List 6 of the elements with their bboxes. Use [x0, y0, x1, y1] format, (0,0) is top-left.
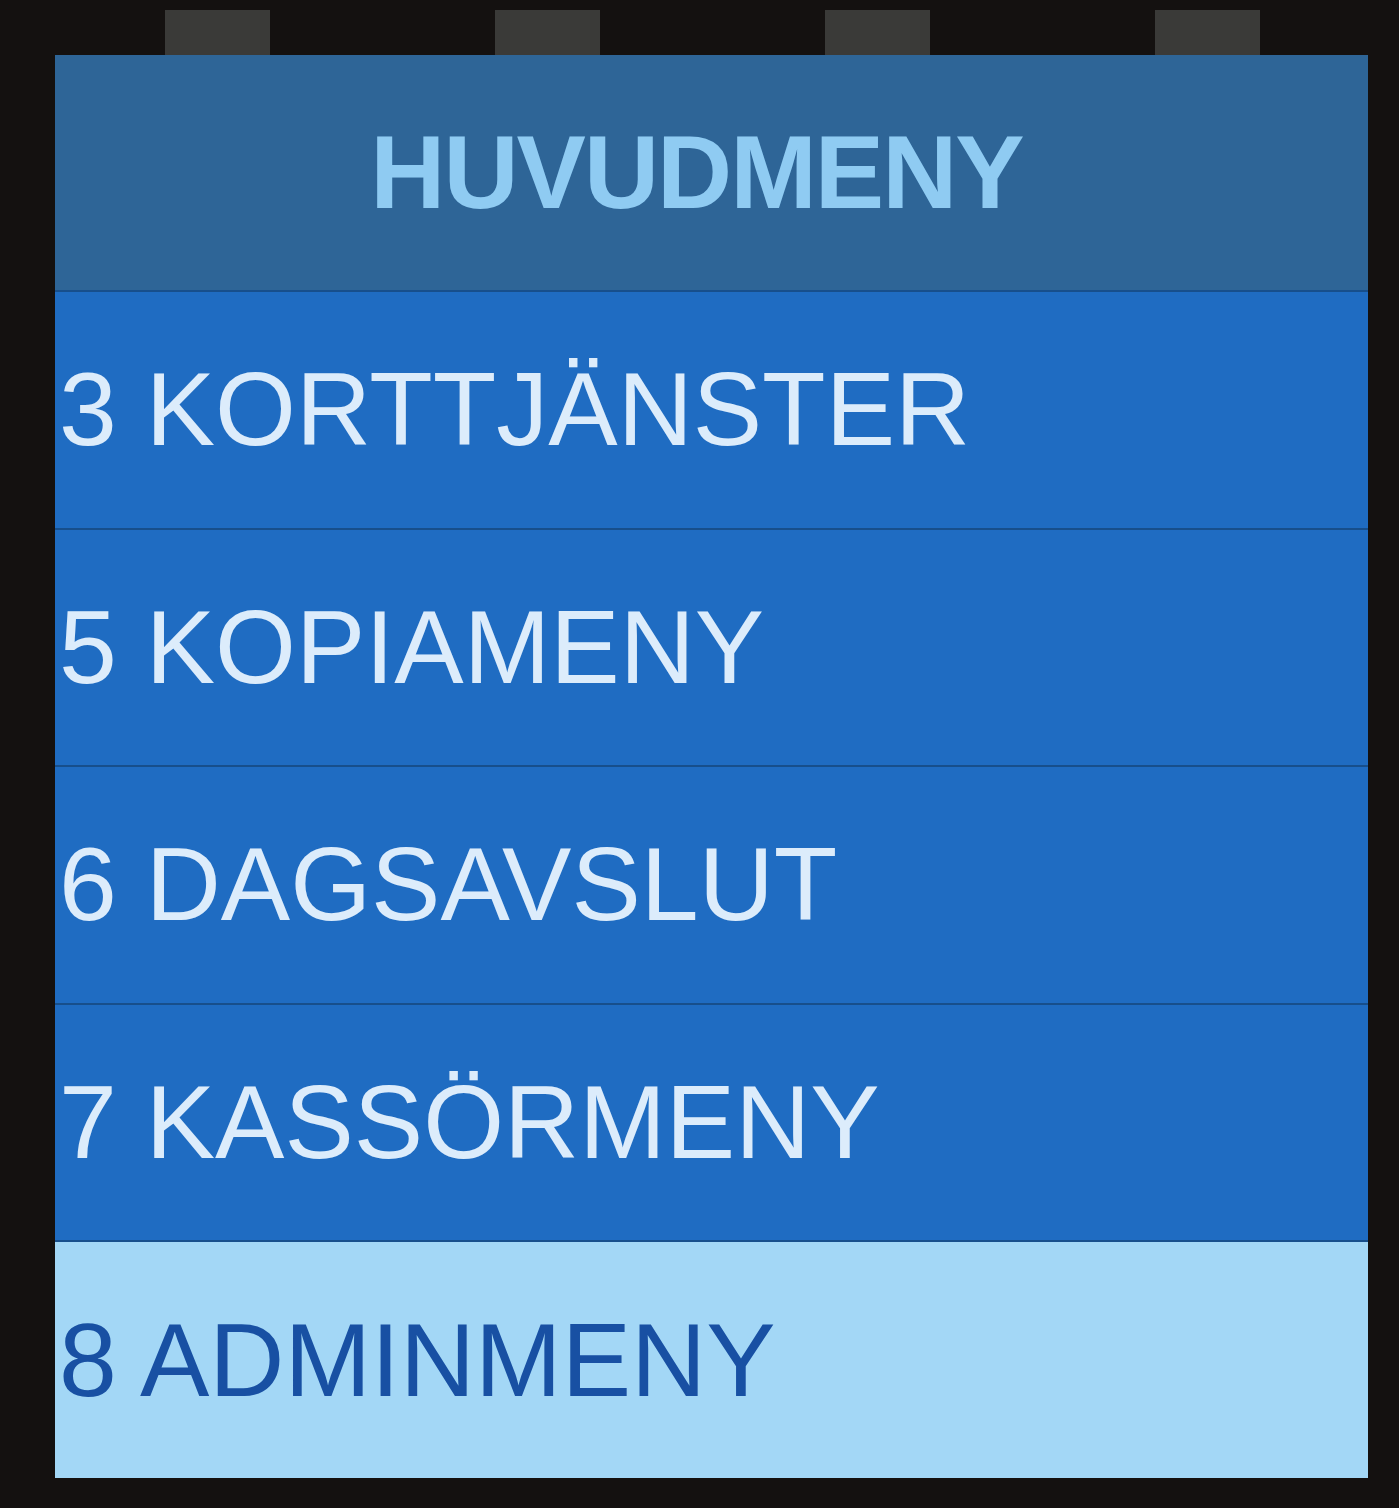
menu-item[interactable]: 6 DAGSAVSLUT: [55, 765, 1368, 1003]
screen-title: HUVUDMENY: [370, 113, 1024, 232]
menu-item[interactable]: 3 KORTTJÄNSTER: [55, 290, 1368, 528]
menu-item[interactable]: 5 KOPIAMENY: [55, 527, 1368, 766]
menu-item[interactable]: 7 KASSÖRMENY: [55, 1002, 1368, 1241]
menu-item[interactable]: 8 ADMINMENY: [55, 1240, 1368, 1478]
